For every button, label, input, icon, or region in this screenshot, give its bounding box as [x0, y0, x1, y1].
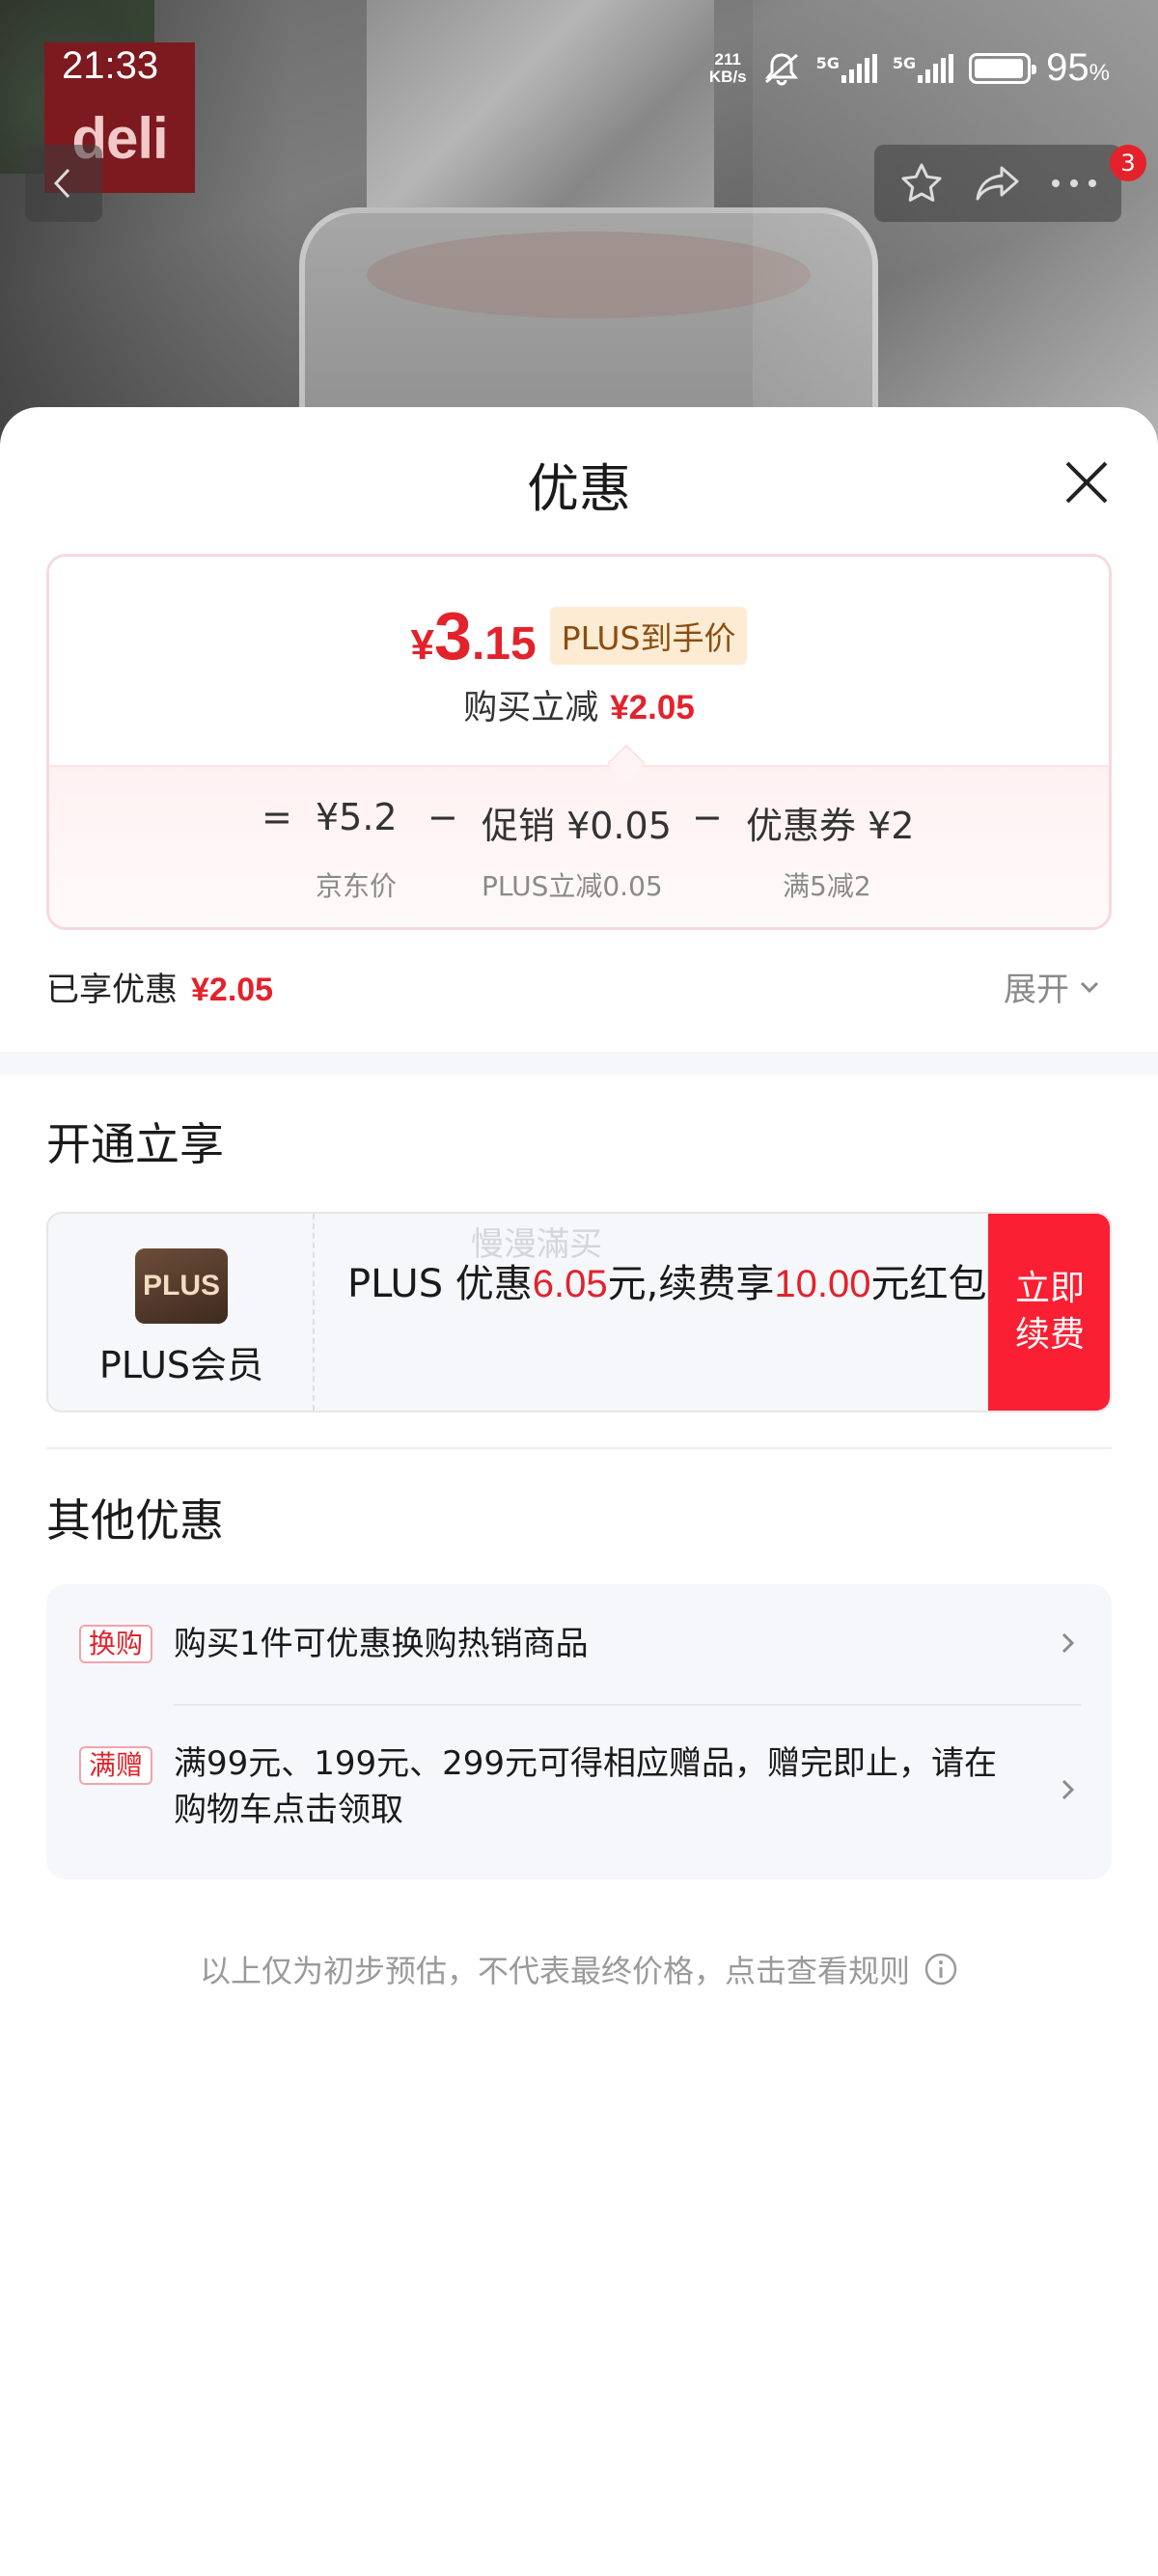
plus-price-tag: PLUS到手价 [549, 607, 748, 665]
expand-label: 展开 [1004, 971, 1069, 1009]
plus-member-label: PLUS会员 [98, 1344, 264, 1386]
network-speed-value: 211 [714, 49, 741, 69]
price-card: ¥ 3 .15 PLUS到手价 购买立减 ¥2.05 = ¥5.2 − 促销 ¥0… [46, 554, 1112, 930]
more-button[interactable] [1040, 150, 1108, 217]
plus-section-title: 开通立享 [46, 1118, 224, 1170]
plus-member-block: PLUS PLUS会员 [48, 1214, 315, 1411]
status-time: 21:33 [62, 44, 159, 87]
favorite-button[interactable] [888, 150, 955, 217]
signal-icon-1: 5G [815, 53, 877, 83]
final-price-dec: .15 [471, 618, 537, 670]
formula-minus-2: − [692, 796, 723, 838]
formula-promo-label: PLUS立减0.05 [482, 870, 663, 902]
formula-base-label: 京东价 [316, 870, 398, 902]
plus-divider [46, 1447, 1112, 1449]
signal-1-label: 5G [815, 53, 840, 72]
sheet-title: 优惠 [527, 458, 631, 519]
share-icon [976, 166, 1019, 201]
plus-offer-card[interactable]: PLUS PLUS会员 慢漫滿买 PLUS 优惠6.05元,续费享10.00元红… [46, 1212, 1112, 1412]
mute-icon [762, 51, 801, 86]
promo-text: 购买1件可优惠换购热销商品 [174, 1625, 589, 1663]
promo-text: 满99元、199元、299元可得相应赠品，赠完即止，请在购物车点击领取 [174, 1744, 998, 1829]
plus-desc-amount-2: 10.00 [774, 1263, 871, 1305]
close-button[interactable] [1058, 453, 1116, 511]
chevron-right-icon [1062, 1779, 1075, 1800]
expand-button[interactable]: 展开 [1004, 963, 1102, 1010]
instant-saving: 购买立减 ¥2.05 [49, 680, 1109, 729]
star-icon [901, 163, 942, 202]
signal-2-label: 5G [892, 53, 917, 72]
chevron-right-icon [1062, 1632, 1075, 1654]
network-speed-unit: KB/s [708, 67, 747, 86]
info-icon [924, 1953, 957, 1986]
share-button[interactable] [964, 150, 1032, 217]
price-formula: = ¥5.2 − 促销 ¥0.05 − 优惠券 ¥2 [49, 796, 1109, 854]
price-summary: ¥ 3 .15 PLUS到手价 购买立减 ¥2.05 [49, 557, 1109, 765]
formula-coupon: 优惠券 ¥2 [746, 805, 915, 847]
network-speed: 211 KB/s [708, 49, 747, 86]
signal-icon-2: 5G [892, 53, 954, 83]
final-price-currency: ¥ [410, 621, 435, 669]
formula-minus-1: − [427, 796, 458, 838]
final-price-row: ¥ 3 .15 PLUS到手价 [49, 597, 1109, 674]
chevron-down-icon [1080, 981, 1099, 993]
instant-saving-label: 购买立减 [463, 689, 599, 727]
promo-tag-exchange: 换购 [79, 1625, 153, 1663]
enjoyed-label: 已享优惠 [46, 971, 178, 1009]
battery-percent: 95% [1046, 46, 1110, 90]
footnote-text: 以上仅为初步预估，不代表最终价格，点击查看规则 [199, 1953, 910, 1989]
plus-offer-desc: PLUS 优惠6.05元,续费享10.00元红包 [347, 1258, 1004, 1310]
final-price-int: 3 [434, 598, 472, 673]
battery-icon [969, 52, 1037, 84]
plus-logo: PLUS [135, 1248, 228, 1324]
chevron-left-icon [53, 168, 70, 199]
header-actions [874, 145, 1121, 222]
list-item[interactable]: 换购 购买1件可优惠换购热销商品 [46, 1584, 1112, 1704]
back-button[interactable] [25, 145, 102, 222]
plus-desc-mid: 元,续费享 [607, 1262, 775, 1306]
price-breakdown: = ¥5.2 − 促销 ¥0.05 − 优惠券 ¥2 京东价 PLUS立减0.0… [49, 765, 1109, 927]
section-divider [0, 1052, 1158, 1075]
promotion-sheet: 优惠 ¥ 3 .15 PLUS到手价 购买立减 ¥2.05 = ¥5.2 − 促… [0, 407, 1158, 2576]
formula-base-price: ¥5.2 [316, 796, 398, 838]
rules-footnote[interactable]: 以上仅为初步预估，不代表最终价格，点击查看规则 [0, 1947, 1158, 1991]
product-bowl-inner [367, 232, 811, 318]
list-item[interactable]: 满赠 满99元、199元、299元可得相应赠品，赠完即止，请在购物车点击领取 [46, 1706, 1112, 1879]
notification-badge: 3 [1110, 145, 1146, 181]
battery-percent-value: 95 [1046, 46, 1089, 89]
enjoyed-discount: 已享优惠 ¥2.05 [46, 963, 273, 1010]
formula-coupon-label: 满5减2 [783, 870, 871, 902]
plus-desc-prefix: PLUS 优惠 [347, 1262, 533, 1306]
battery-percent-unit: % [1089, 60, 1110, 86]
final-price: ¥ 3 .15 [411, 597, 537, 674]
formula-equals: = [262, 796, 292, 838]
status-bar: 21:33 211 KB/s 5G 5G 95% [0, 0, 1158, 125]
enjoyed-value: ¥2.05 [191, 972, 274, 1008]
more-dots-icon [1051, 179, 1096, 187]
renew-button[interactable]: 立即续费 [988, 1214, 1110, 1411]
status-icons: 211 KB/s 5G 5G 95% [709, 46, 1110, 90]
plus-desc-amount-1: 6.05 [532, 1263, 608, 1305]
other-promotions-list: 换购 购买1件可优惠换购热销商品 满赠 满99元、199元、299元可得相应赠品… [46, 1584, 1112, 1879]
formula-promo: 促销 ¥0.05 [482, 805, 672, 847]
plus-desc-suffix: 元红包 [870, 1262, 987, 1306]
promo-tag-gift: 满赠 [79, 1746, 153, 1785]
close-icon [1065, 461, 1108, 504]
instant-saving-value: ¥2.05 [610, 689, 695, 726]
other-section-title: 其他优惠 [46, 1494, 224, 1547]
